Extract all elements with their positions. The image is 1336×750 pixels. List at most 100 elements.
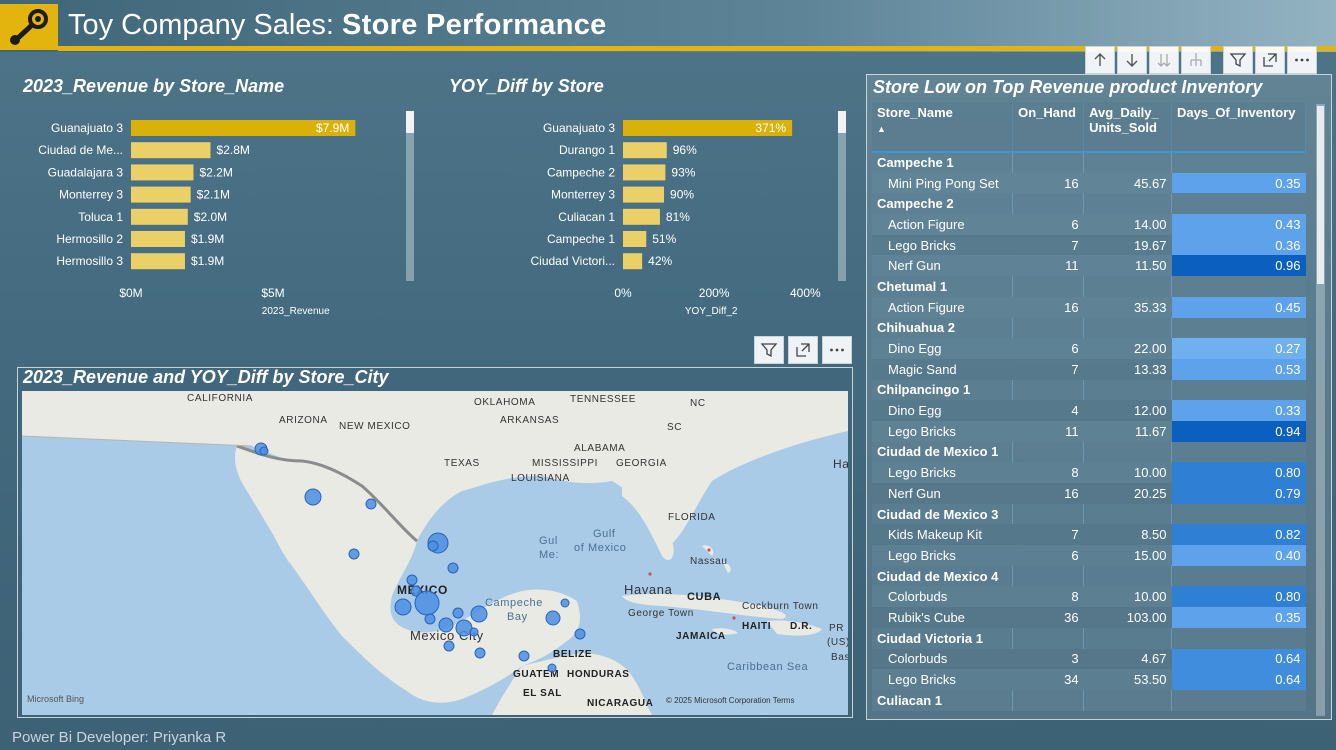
table-row[interactable]: Nerf Gun 11 11.50 0.96 — [872, 255, 1306, 277]
store-group-row[interactable]: Chihuahua 2 — [872, 317, 1306, 339]
store-group-row[interactable]: Chetumal 1 — [872, 276, 1306, 297]
category-label: Guadalajara 3 — [48, 165, 124, 179]
bar[interactable] — [131, 186, 191, 203]
table-row[interactable]: Action Figure 6 14.00 0.43 — [872, 214, 1306, 235]
table-row[interactable]: Colorbuds 8 10.00 0.80 — [872, 586, 1306, 608]
scroll-thumb[interactable] — [838, 111, 846, 133]
scroll-thumb[interactable] — [1317, 106, 1324, 284]
data-label: 42% — [648, 254, 672, 268]
category-label: Campeche 1 — [547, 232, 615, 246]
category-label: Ciudad de Me... — [38, 143, 123, 157]
store-group-row[interactable]: Campeche 1 — [872, 152, 1306, 173]
category-label: Guanajuato 3 — [543, 121, 615, 135]
store-city-bubble[interactable] — [455, 619, 473, 637]
bar[interactable] — [131, 253, 185, 270]
column-header-avg-daily-units-sold[interactable]: Avg_Daily_ Units_Sold — [1083, 102, 1173, 153]
store-city-bubble[interactable] — [348, 548, 360, 560]
bar[interactable] — [623, 253, 643, 270]
column-header-days-of-inventory[interactable]: Days_Of_Inventory — [1171, 102, 1306, 153]
store-city-bubble[interactable] — [438, 617, 454, 633]
yoy-diff-chart: Guanajuato 3 371% Durango 1 96% Campeche 2 93… — [531, 120, 821, 317]
bar[interactable] — [623, 231, 647, 247]
store-city-bubble[interactable] — [474, 647, 486, 659]
more-options-icon[interactable] — [822, 336, 852, 364]
table-row[interactable]: Lego Bricks 11 11.67 0.94 — [872, 420, 1306, 442]
sort-ascending-icon: ▲ — [877, 124, 886, 134]
focus-mode-icon[interactable] — [1255, 46, 1285, 74]
table-row[interactable]: Lego Bricks 6 15.00 0.40 — [872, 545, 1306, 566]
store-city-bubble[interactable] — [469, 627, 479, 637]
bar[interactable] — [131, 208, 188, 225]
store-group-row[interactable]: Chilpancingo 1 — [872, 379, 1306, 401]
store-city-bubble[interactable] — [447, 562, 459, 574]
store-group-row[interactable]: Ciudad de Mexico 3 — [872, 503, 1306, 525]
store-city-bubble[interactable] — [259, 446, 269, 456]
days-of-inventory-cell: 0.96 — [1171, 255, 1306, 277]
drill-down-all-icon[interactable] — [1149, 46, 1179, 74]
store-city-bubble[interactable] — [365, 498, 377, 510]
more-options-icon[interactable] — [1287, 46, 1317, 74]
data-label: 93% — [671, 165, 695, 179]
store-group-row[interactable]: Ciudad de Mexico 4 — [872, 565, 1306, 587]
store-city-bubble[interactable] — [452, 607, 464, 619]
on-hand-cell: 11 — [1012, 255, 1084, 277]
store-group-row[interactable]: Ciudad de Mexico 1 — [872, 441, 1306, 463]
store-group-name: Ciudad de Mexico 3 — [872, 503, 1013, 525]
table-row[interactable]: Action Figure 16 35.33 0.45 — [872, 296, 1306, 318]
table-row[interactable]: Dino Egg 4 12.00 0.33 — [872, 400, 1306, 421]
filter-icon[interactable] — [754, 336, 784, 364]
store-city-bubble[interactable] — [394, 598, 412, 616]
store-city-bubble[interactable] — [304, 488, 322, 506]
scroll-thumb[interactable] — [406, 111, 414, 133]
revenue-chart-scrollbar[interactable] — [406, 111, 414, 281]
store-city-bubble[interactable] — [443, 640, 455, 652]
table-row[interactable]: Rubik's Cube 36 103.00 0.35 — [872, 607, 1306, 628]
store-city-bubble[interactable] — [574, 628, 586, 640]
on-hand-cell: 6 — [1012, 214, 1084, 235]
store-city-bubble[interactable] — [518, 650, 530, 662]
bar[interactable] — [131, 164, 194, 181]
store-city-bubble[interactable] — [545, 610, 561, 626]
filter-icon[interactable] — [1223, 46, 1253, 74]
bar[interactable] — [131, 231, 185, 247]
yoy-chart-scrollbar[interactable] — [838, 111, 846, 281]
store-city-bubble[interactable] — [424, 613, 436, 625]
page-title: Toy Company Sales: Store Performance — [68, 9, 607, 41]
table-row[interactable]: Colorbuds 3 4.67 0.64 — [872, 648, 1306, 670]
table-row[interactable]: Lego Bricks 8 10.00 0.80 — [872, 462, 1306, 483]
table-row[interactable]: Kids Makeup Kit 7 8.50 0.82 — [872, 524, 1306, 546]
store-city-bubble[interactable] — [414, 590, 440, 616]
bar[interactable] — [131, 142, 211, 159]
table-scrollbar[interactable] — [1316, 104, 1325, 716]
store-group-row[interactable]: Ciudad Victoria 1 — [872, 627, 1306, 649]
avg-daily-units-cell: 35.33 — [1083, 296, 1172, 318]
table-row[interactable]: Mini Ping Pong Set 16 45.67 0.35 — [872, 172, 1306, 194]
table-row[interactable]: Lego Bricks 34 53.50 0.64 — [872, 669, 1306, 690]
store-group-row[interactable]: Campeche 2 — [872, 193, 1306, 215]
column-header-store-name[interactable]: Store_Name ▲ — [872, 102, 1014, 153]
table-row[interactable]: Dino Egg 6 22.00 0.27 — [872, 338, 1306, 359]
data-label: 371% — [755, 121, 786, 135]
store-city-bubble[interactable] — [547, 663, 557, 673]
category-label: Guanajuato 3 — [51, 121, 123, 135]
table-row[interactable]: Nerf Gun 16 20.25 0.79 — [872, 483, 1306, 504]
store-city-bubble[interactable] — [427, 540, 439, 552]
map-canvas[interactable]: CALIFORNIA ARIZONA NEW MEXICO OKLAHOMA A… — [22, 391, 848, 715]
store-city-bubble[interactable] — [470, 605, 488, 623]
avg-daily-units-cell: 11.50 — [1083, 255, 1172, 277]
table-row[interactable]: Lego Bricks 7 19.67 0.36 — [872, 234, 1306, 256]
bar[interactable] — [623, 164, 666, 181]
table-row[interactable]: Magic Sand 7 13.33 0.53 — [872, 358, 1306, 380]
sort-down-icon[interactable] — [1117, 46, 1147, 74]
column-header-on-hand[interactable]: On_Hand — [1012, 102, 1085, 153]
store-group-name: Chihuahua 2 — [872, 317, 1013, 339]
store-city-bubble[interactable] — [560, 598, 570, 608]
expand-hierarchy-icon[interactable] — [1181, 46, 1211, 74]
bar[interactable] — [623, 186, 665, 203]
store-group-row[interactable]: Culiacan 1 — [872, 689, 1306, 711]
sort-up-icon[interactable] — [1085, 46, 1115, 74]
focus-mode-icon[interactable] — [788, 336, 818, 364]
bar[interactable] — [623, 208, 660, 225]
store-city-bubble[interactable] — [406, 574, 418, 586]
bar[interactable] — [623, 142, 667, 159]
